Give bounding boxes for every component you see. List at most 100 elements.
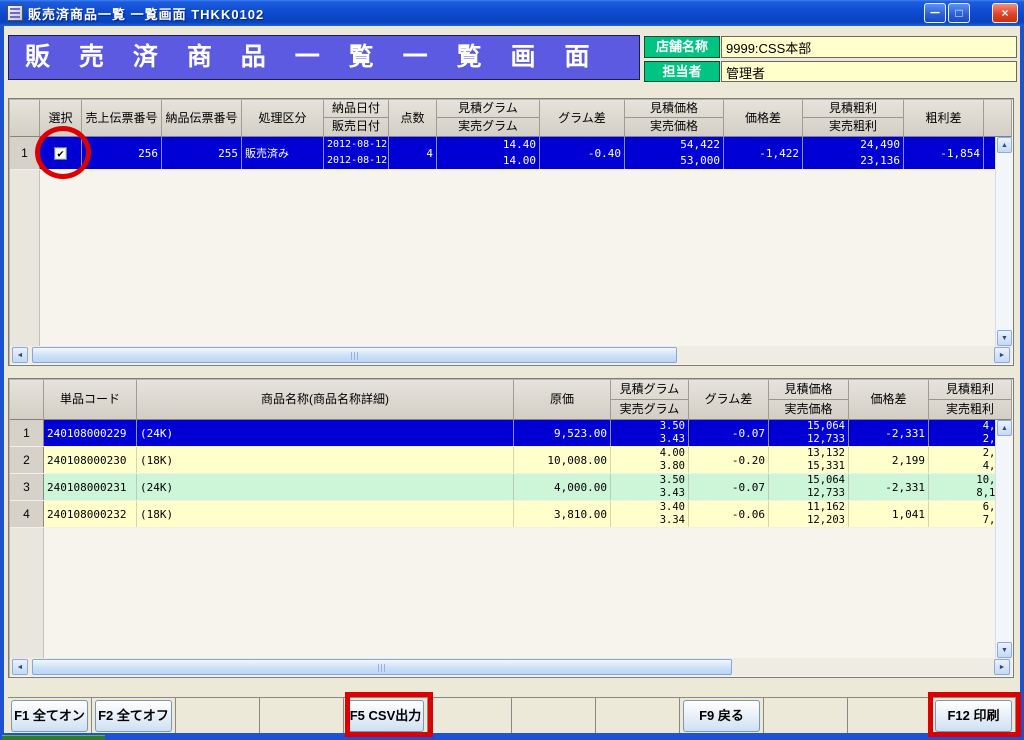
cell-price-diff: -1,422: [724, 137, 803, 169]
column-header-item-code: 単品コード: [44, 380, 137, 420]
scroll-left-button[interactable]: ◄: [12, 347, 28, 363]
scroll-right-button[interactable]: ►: [994, 659, 1010, 675]
cell-prices: 15,06412,733: [769, 474, 849, 500]
title-bar: 販売済商品一覧 一覧画面 THKK0102 － □ ×: [0, 0, 1024, 26]
f4-cell: [260, 698, 344, 735]
f8-cell: [596, 698, 680, 735]
horizontal-scrollbar-thumb[interactable]: [32, 347, 677, 363]
horizontal-scrollbar[interactable]: ◄ ►: [10, 658, 1012, 676]
cell-item-name: (18K): [137, 501, 514, 527]
cell-price-diff: 2,199: [849, 447, 929, 473]
column-header-grams: 見積グラム 実売グラム: [437, 100, 540, 137]
corner-header-cell: [10, 380, 44, 420]
column-header-process-type: 処理区分: [242, 100, 324, 137]
cell-item-name: (24K): [137, 420, 514, 446]
column-header-sales-slip-no: 売上伝票番号: [82, 100, 162, 137]
cell-price-diff: 1,041: [849, 501, 929, 527]
taskbar-sliver: [0, 733, 1024, 740]
cell-item-code: 240108000229: [44, 420, 137, 446]
cell-prices: 13,13215,331: [769, 447, 849, 473]
cell-item-code: 240108000231: [44, 474, 137, 500]
scroll-up-button[interactable]: ▲: [997, 420, 1012, 436]
f2-all-off-button[interactable]: F2 全てオフ: [95, 700, 172, 732]
cell-item-name: (18K): [137, 447, 514, 473]
f5-csv-export-button[interactable]: F5 CSV出力: [347, 700, 424, 732]
cell-cost: 10,008.00: [514, 447, 611, 473]
cell-price-diff: -2,331: [849, 420, 929, 446]
f9-back-button[interactable]: F9 戻る: [683, 700, 760, 732]
scroll-down-button[interactable]: ▼: [997, 642, 1012, 658]
cell-grams: 3.403.34: [611, 501, 689, 527]
f11-cell: [848, 698, 932, 735]
item-row[interactable]: 1 240108000229 (24K) 9,523.00 3.503.43 -…: [10, 420, 1012, 447]
row-number: 4: [10, 501, 44, 527]
column-header-gram-diff: グラム差: [540, 100, 625, 137]
scroll-up-button[interactable]: ▲: [997, 137, 1012, 153]
cell-grams: 14.40 14.00: [437, 137, 540, 169]
cell-price-diff: -2,331: [849, 474, 929, 500]
column-header-price-diff: 価格差: [849, 380, 929, 420]
vertical-scrollbar[interactable]: ▲ ▼: [995, 420, 1012, 658]
window-border-left: [0, 26, 4, 740]
cell-gram-diff: -0.07: [689, 420, 769, 446]
cell-item-code: 240108000232: [44, 501, 137, 527]
f1-all-on-button[interactable]: F1 全てオン: [11, 700, 88, 732]
cell-gram-diff: -0.06: [689, 501, 769, 527]
application-window: 販売済商品一覧 一覧画面 THKK0102 － □ × 販 売 済 商 品 一 …: [0, 0, 1024, 740]
store-name-label: 店舗名称: [644, 36, 720, 58]
maximize-button[interactable]: □: [948, 3, 970, 23]
cell-grams: 4.003.80: [611, 447, 689, 473]
row-select-checkbox[interactable]: ✔: [54, 147, 67, 160]
cell-gram-diff: -0.40: [540, 137, 625, 169]
cell-item-code: 240108000230: [44, 447, 137, 473]
f7-cell: [512, 698, 596, 735]
column-header-quantity: 点数: [389, 100, 437, 137]
column-header-profit-diff: 粗利差: [904, 100, 984, 137]
horizontal-scrollbar-thumb[interactable]: [32, 659, 732, 675]
cell-profits: 24,490 23,136: [803, 137, 904, 169]
cell-process-type: 販売済み: [242, 137, 324, 169]
sales-table-header: 選択 売上伝票番号 納品伝票番号 処理区分 納品日付 販売日付 点数 見積グラム…: [10, 100, 1012, 137]
select-cell: ✔: [40, 137, 82, 169]
minimize-button[interactable]: －: [924, 3, 946, 23]
start-button-sliver: [2, 735, 105, 740]
cell-delivery-slip-no: 255: [162, 137, 242, 169]
header-stub-cell: [984, 100, 1012, 137]
cell-cost: 4,000.00: [514, 474, 611, 500]
item-row[interactable]: 3 240108000231 (24K) 4,000.00 3.503.43 -…: [10, 474, 1012, 501]
column-header-item-name: 商品名称(商品名称詳細): [137, 380, 514, 420]
window-title: 販売済商品一覧 一覧画面 THKK0102: [28, 4, 264, 23]
f12-print-button[interactable]: F12 印刷: [935, 700, 1012, 732]
column-header-gram-diff: グラム差: [689, 380, 769, 420]
f2-cell: F2 全てオフ: [92, 698, 176, 735]
scroll-down-button[interactable]: ▼: [997, 330, 1012, 346]
item-row[interactable]: 2 240108000230 (18K) 10,008.00 4.003.80 …: [10, 447, 1012, 474]
column-header-price-diff: 価格差: [724, 100, 803, 137]
column-header-prices: 見積価格 実売価格: [625, 100, 724, 137]
store-name-value: 9999:CSS本部: [721, 36, 1017, 58]
row-number: 1: [10, 137, 40, 169]
scroll-right-button[interactable]: ►: [994, 347, 1010, 363]
cell-prices: 11,16212,203: [769, 501, 849, 527]
app-icon: [7, 5, 23, 21]
column-header-profits: 見積粗利 実売粗利: [929, 380, 1012, 420]
scroll-left-button[interactable]: ◄: [12, 659, 28, 675]
item-row[interactable]: 4 240108000232 (18K) 3,810.00 3.403.34 -…: [10, 501, 1012, 528]
f12-cell: F12 印刷: [932, 698, 1016, 735]
column-header-dates: 納品日付 販売日付: [324, 100, 389, 137]
close-button[interactable]: ×: [992, 3, 1018, 23]
f3-cell: [176, 698, 260, 735]
cell-gram-diff: -0.07: [689, 474, 769, 500]
items-table: 単品コード 商品名称(商品名称詳細) 原価 見積グラム 実売グラム グラム差 見…: [8, 378, 1014, 678]
vertical-scrollbar[interactable]: ▲ ▼: [995, 137, 1012, 346]
row-number: 3: [10, 474, 44, 500]
cell-grams: 3.503.43: [611, 474, 689, 500]
cell-prices: 54,422 53,000: [625, 137, 724, 169]
horizontal-scrollbar[interactable]: ◄ ►: [10, 346, 1012, 364]
f5-cell: F5 CSV出力: [344, 698, 428, 735]
cell-gram-diff: -0.20: [689, 447, 769, 473]
sales-table-row[interactable]: 1 ✔ 256 255 販売済み 2012-08-12 2012-08-12 4…: [10, 137, 1012, 170]
column-header-prices: 見積価格 実売価格: [769, 380, 849, 420]
sales-slip-table: 選択 売上伝票番号 納品伝票番号 処理区分 納品日付 販売日付 点数 見積グラム…: [8, 98, 1014, 366]
column-header-select: 選択: [40, 100, 82, 137]
